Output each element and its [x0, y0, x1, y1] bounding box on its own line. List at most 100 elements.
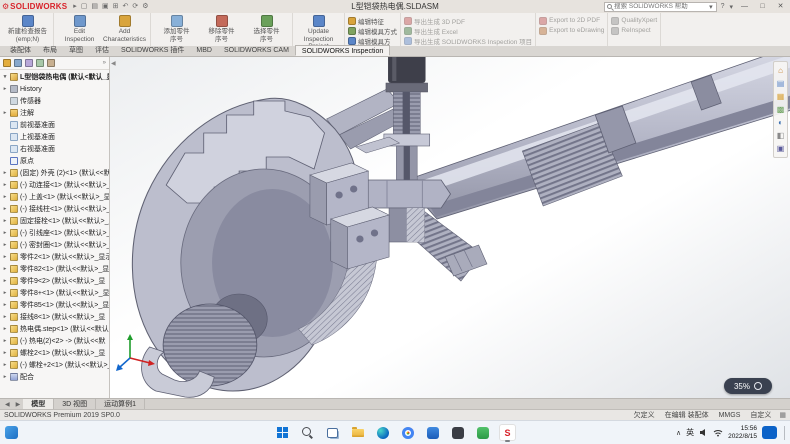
- tree-item-11[interactable]: ▸(-) 接线柱<1> (默认<<默认>_显: [0, 203, 109, 215]
- minimize-button[interactable]: —: [737, 1, 752, 13]
- tree-item-18[interactable]: ▸零件8+<1> (默认<<默认>_显: [0, 287, 109, 299]
- edit-method-button[interactable]: 编辑模具方式: [348, 26, 397, 35]
- command-tab-4[interactable]: 评估: [89, 45, 115, 56]
- command-tab-6[interactable]: MBD: [190, 45, 218, 56]
- reinspect-button[interactable]: ReInspect: [611, 26, 657, 35]
- file-menu-arrow-icon[interactable]: ▸: [71, 1, 79, 13]
- search-button[interactable]: [299, 424, 316, 441]
- tree-item-15[interactable]: ▸零件2<1> (默认<<默认>_显示状: [0, 251, 109, 263]
- feature-tree-root[interactable]: ▾L型铠袋热电偶 (默认<默认_显示状态-1: [0, 71, 109, 83]
- tree-item-8[interactable]: ▸(固定) 外壳 (2)<1> (默认<<默认>_显示状: [0, 167, 109, 179]
- tree-item-12[interactable]: ▸固定接栓<1> (默认<<默认>_显示状: [0, 215, 109, 227]
- tree-item-10[interactable]: ▸(-) 上盖<1> (默认<<默认>_显示状: [0, 191, 109, 203]
- pinned-app-green-icon[interactable]: [474, 424, 491, 441]
- tree-item-21[interactable]: ▸热电偶.step<1> (默认<<默认: [0, 323, 109, 335]
- tree-item-14[interactable]: ▸(-) 密封圈<1> (默认<<默认>_显: [0, 239, 109, 251]
- help-button[interactable]: ?: [720, 3, 726, 10]
- browser-icon[interactable]: [399, 424, 416, 441]
- start-button[interactable]: [274, 424, 291, 441]
- displaymanager-tab[interactable]: [47, 59, 55, 67]
- tree-item-16[interactable]: ▸零件82<1> (默认<<默认>_显: [0, 263, 109, 275]
- tree-item-3[interactable]: ▸注解: [0, 107, 109, 119]
- status-options-icon[interactable]: ▦: [779, 411, 786, 419]
- update-inspection-project-button[interactable]: UpdateInspection Project: [296, 14, 341, 46]
- search-input[interactable]: [614, 3, 706, 10]
- tree-item-23[interactable]: ▸螺栓2<1> (默认<<默认>_显: [0, 347, 109, 359]
- doc-tabs-next-arrow[interactable]: ▶: [13, 401, 24, 408]
- rebuild-icon[interactable]: ⟳: [130, 1, 140, 13]
- tree-item-20[interactable]: ▸接线8<1> (默认<<默认>_显: [0, 311, 109, 323]
- maximize-button[interactable]: □: [755, 1, 770, 13]
- export-excel-button[interactable]: 导出生成 Excel: [404, 26, 532, 35]
- edit-mold-button[interactable]: 编辑模具方: [348, 36, 397, 45]
- print-icon[interactable]: ⊞: [111, 1, 121, 13]
- appearances-icon[interactable]: ◐: [778, 118, 783, 127]
- tree-item-13[interactable]: ▸(-) 引线座<1> (默认<<默认>_显示: [0, 227, 109, 239]
- notification-badge[interactable]: [762, 426, 777, 439]
- custom-properties-icon[interactable]: ▣: [777, 144, 785, 153]
- remove-balloons-button[interactable]: 移除零件序号: [199, 14, 244, 43]
- ime-indicator[interactable]: 英: [686, 427, 694, 438]
- new-document-icon[interactable]: ▢: [79, 1, 90, 13]
- help-dropdown-icon[interactable]: ▾: [728, 3, 734, 11]
- graphics-viewport[interactable]: ◀: [110, 57, 790, 398]
- undo-icon[interactable]: ↶: [121, 1, 131, 13]
- doc-tab-2[interactable]: 3D 视图: [54, 399, 96, 410]
- taskbar-clock[interactable]: 15:56 2022/8/15: [728, 425, 757, 440]
- add-characteristics-button[interactable]: AddCharacteristics: [102, 14, 147, 43]
- doc-tab-3[interactable]: 运动算例1: [96, 399, 145, 410]
- network-icon[interactable]: [713, 428, 723, 437]
- tray-expand-chevron[interactable]: ∧: [676, 429, 681, 437]
- volume-icon[interactable]: [699, 428, 708, 437]
- file-explorer-icon[interactable]: ▦: [777, 92, 785, 101]
- dimxpertmanager-tab[interactable]: [36, 59, 44, 67]
- close-button[interactable]: ✕: [773, 1, 788, 13]
- tree-item-1[interactable]: ▸History: [0, 83, 109, 95]
- solidworks-taskbar-icon[interactable]: [499, 424, 516, 441]
- file-explorer-button[interactable]: [349, 424, 366, 441]
- doc-tab-1[interactable]: 模型: [23, 399, 54, 410]
- tree-item-25[interactable]: ▸配合: [0, 371, 109, 383]
- 3d-model-canvas[interactable]: [110, 57, 790, 398]
- command-tab-1[interactable]: 装配体: [4, 45, 37, 56]
- edit-feature-button[interactable]: 编辑特征: [348, 16, 397, 25]
- command-tab-2[interactable]: 布局: [37, 45, 63, 56]
- tree-item-17[interactable]: ▸零件9<2> (默认<<默认>_显: [0, 275, 109, 287]
- panel-tabs-more-icon[interactable]: »: [103, 60, 106, 66]
- tree-item-5[interactable]: 上视基准面: [0, 131, 109, 143]
- design-library-icon[interactable]: ▤: [777, 79, 785, 88]
- propertymanager-tab[interactable]: [14, 59, 22, 67]
- select-balloons-button[interactable]: 选择零件序号: [244, 14, 289, 43]
- task-view-button[interactable]: [324, 424, 341, 441]
- solidworks-resources-icon[interactable]: ⌂: [778, 66, 783, 75]
- command-tab-3[interactable]: 草图: [63, 45, 89, 56]
- qualityxpert-button[interactable]: QualityXpert: [611, 16, 657, 25]
- command-tab-5[interactable]: SOLIDWORKS 插件: [115, 45, 190, 56]
- tree-item-7[interactable]: 原点: [0, 155, 109, 167]
- command-tab-7[interactable]: SOLIDWORKS CAM: [218, 45, 295, 56]
- add-balloons-button[interactable]: 添加零件序号: [154, 14, 199, 43]
- search-dropdown-icon[interactable]: ▾: [708, 3, 714, 11]
- tree-item-19[interactable]: ▸零件85<1> (默认<<默认>_显: [0, 299, 109, 311]
- configurationmanager-tab[interactable]: [25, 59, 33, 67]
- scenes-icon[interactable]: ◧: [777, 131, 785, 140]
- screen-overlay-pill[interactable]: 35%: [724, 378, 772, 394]
- pinned-app-blue-icon[interactable]: [424, 424, 441, 441]
- export-inspection-project-button[interactable]: 导出生成 SOLIDWORKS Inspection 项目: [404, 36, 532, 45]
- edge-browser-icon[interactable]: [374, 424, 391, 441]
- tree-item-22[interactable]: ▸(-) 热电(2)<2> -> (默认<<默: [0, 335, 109, 347]
- doc-tabs-prev-arrow[interactable]: ◀: [2, 401, 13, 408]
- open-icon[interactable]: ▤: [89, 1, 100, 13]
- edit-inspection-button[interactable]: EditInspection: [57, 14, 102, 43]
- panel-collapse-arrow[interactable]: ◀: [111, 60, 116, 67]
- search-box[interactable]: ▾: [604, 2, 717, 12]
- tree-item-4[interactable]: 前视基准面: [0, 119, 109, 131]
- command-tab-8[interactable]: SOLIDWORKS Inspection: [295, 45, 390, 56]
- export-2d-pdf-button[interactable]: Export to 2D PDF: [539, 16, 604, 25]
- tree-item-9[interactable]: ▸(-) 动连接<1> (默认<<默认>_显示状: [0, 179, 109, 191]
- desktop-app-icon[interactable]: [5, 426, 18, 439]
- featuremanager-tab[interactable]: [3, 59, 11, 67]
- show-desktop-button[interactable]: [784, 426, 786, 440]
- tree-item-24[interactable]: ▸(-) 螺栓+2<1> (默认<<默认>_显示状: [0, 359, 109, 371]
- view-palette-icon[interactable]: ▩: [777, 105, 785, 114]
